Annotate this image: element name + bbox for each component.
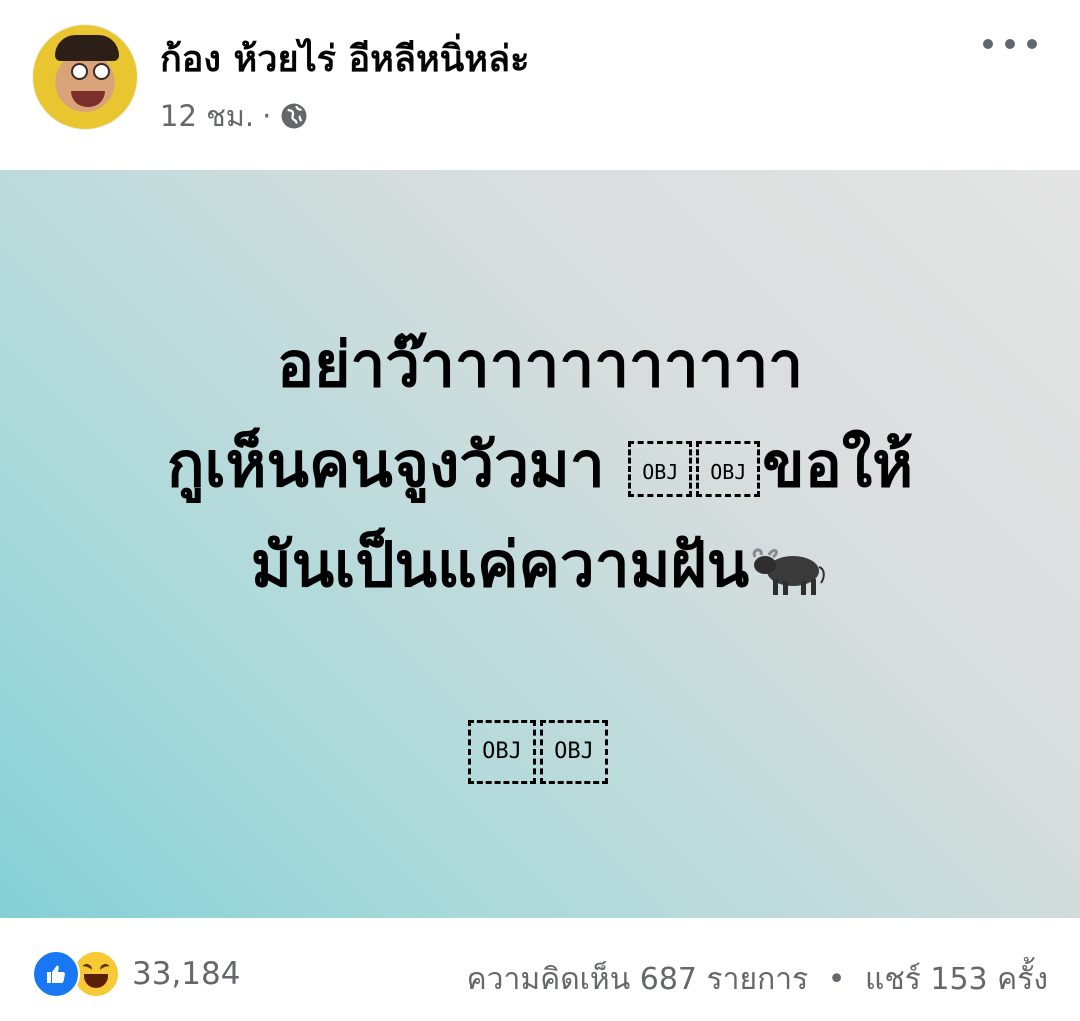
facebook-post: ก้อง ห้วยไร่ อีหลีหนิ่หล่ะ 12 ชม. · อย่า… — [0, 0, 1080, 1021]
more-options-icon[interactable] — [983, 28, 1037, 60]
object-placeholder-row: OBJ OBJ — [466, 720, 610, 784]
object-placeholder: OBJ — [696, 440, 761, 497]
post-text: อย่าว๊าาาาาาาาาาา กูเห็นคนจูงวัวมา OBJ OB… — [60, 315, 1020, 615]
post-text-line-3-text: มันเป็นแค่ความฝัน — [250, 528, 750, 601]
more-dot — [1027, 39, 1037, 49]
comments-count[interactable]: ความคิดเห็น 687 รายการ — [467, 962, 809, 997]
post-text-line-2: กูเห็นคนจูงวัวมา OBJ OBJ ขอให้ — [60, 415, 1020, 515]
more-dot — [983, 39, 993, 49]
engagement-stats: ความคิดเห็น 687 รายการ • แชร์ 153 ครั้ง — [467, 956, 1048, 1003]
more-dot — [1005, 39, 1015, 49]
avatar-eye-right — [93, 63, 110, 80]
post-text-line-3: มันเป็นแค่ความฝัน — [60, 515, 1020, 615]
haha-eye-right — [98, 962, 112, 975]
reaction-count: 33,184 — [132, 956, 241, 992]
object-placeholder: OBJ — [628, 440, 693, 497]
post-time[interactable]: 12 ชม. — [160, 93, 254, 139]
avatar-mouth — [71, 91, 105, 107]
post-footer: 33,184 ความคิดเห็น 687 รายการ • แชร์ 153… — [0, 918, 1080, 1021]
post-header: ก้อง ห้วยไร่ อีหลีหนิ่หล่ะ 12 ชม. · — [0, 0, 1080, 170]
post-text-line-2-end: ขอให้ — [762, 428, 914, 501]
avatar-hair — [55, 35, 119, 61]
reactions-summary[interactable]: 33,184 — [32, 950, 240, 998]
post-meta: 12 ชม. · — [160, 96, 309, 136]
avatar-eye-left — [71, 63, 88, 80]
avatar[interactable] — [33, 25, 137, 129]
post-text-line-1: อย่าว๊าาาาาาาาาาา — [276, 328, 804, 401]
meta-separator: · — [262, 99, 272, 133]
object-placeholder: OBJ — [468, 720, 536, 784]
object-placeholder: OBJ — [540, 720, 608, 784]
post-content[interactable]: อย่าว๊าาาาาาาาาาา กูเห็นคนจูงวัวมา OBJ OB… — [0, 170, 1080, 918]
thumbs-up-icon — [47, 965, 65, 983]
haha-eye-left — [80, 962, 94, 975]
globe-icon[interactable] — [279, 101, 309, 131]
author-name[interactable]: ก้อง ห้วยไร่ อีหลีหนิ่หล่ะ — [160, 30, 529, 87]
post-text-line-2-start: กูเห็นคนจูงวัวมา — [166, 428, 605, 501]
haha-mouth — [84, 974, 108, 988]
water-buffalo-icon — [752, 548, 825, 595]
stats-separator: • — [827, 962, 846, 997]
shares-count[interactable]: แชร์ 153 ครั้ง — [865, 962, 1048, 997]
like-icon — [32, 950, 80, 998]
